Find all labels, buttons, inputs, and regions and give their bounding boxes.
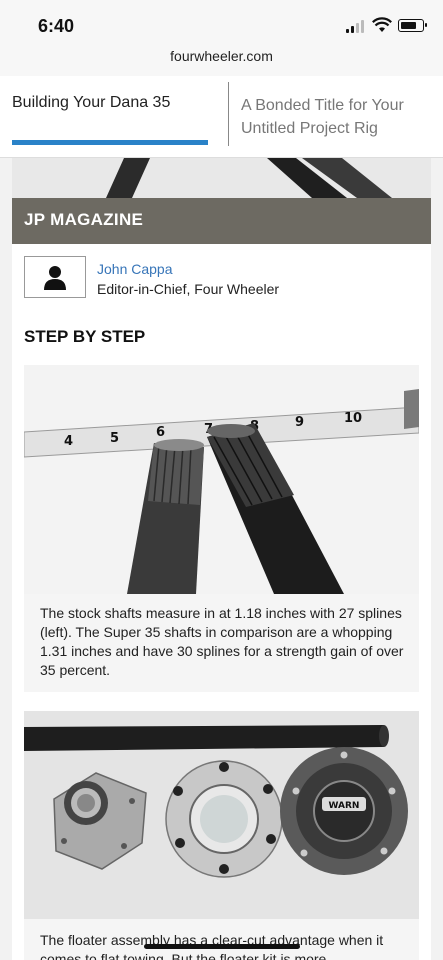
tape-number-5: 5 xyxy=(110,431,119,446)
article-tabs: Building Your Dana 35 A Bonded Title for… xyxy=(0,76,443,158)
hero-image xyxy=(12,158,431,198)
status-bar: 6:40 xyxy=(0,0,443,46)
section-heading: STEP BY STEP xyxy=(24,327,146,346)
battery-icon xyxy=(398,19,427,32)
magazine-header: JP MAGAZINE xyxy=(12,198,431,244)
status-time: 6:40 xyxy=(38,16,75,36)
home-indicator[interactable] xyxy=(144,944,300,949)
signal-icon xyxy=(346,20,364,33)
url-text: fourwheeler.com xyxy=(170,48,273,64)
floater-assembly-photo[interactable]: WARN xyxy=(24,711,419,919)
tab-building-your-dana-35[interactable]: Building Your Dana 35 xyxy=(12,94,212,112)
author-avatar[interactable] xyxy=(24,256,86,298)
tape-number-10: 10 xyxy=(344,411,362,426)
tab-bonded-title[interactable]: A Bonded Title for Your Untitled Project… xyxy=(241,94,433,140)
tape-number-6: 6 xyxy=(156,425,165,440)
address-bar[interactable]: fourwheeler.com xyxy=(0,46,443,76)
axle-shafts-photo[interactable]: 4 5 6 7 8 9 10 xyxy=(24,365,419,594)
tape-number-9: 9 xyxy=(295,415,304,430)
tape-number-4: 4 xyxy=(64,434,73,449)
author-title: Editor-in-Chief, Four Wheeler xyxy=(97,281,280,297)
step-2-caption: The floater assembly has a clear-cut adv… xyxy=(24,919,419,960)
wifi-icon xyxy=(372,17,392,32)
hero-axle-image xyxy=(12,158,431,198)
warn-hub-label: WARN xyxy=(329,801,360,811)
author-name-link[interactable]: John Cappa xyxy=(97,261,173,277)
active-tab-indicator xyxy=(12,140,208,145)
user-icon xyxy=(44,266,66,290)
step-1-caption: The stock shafts measure in at 1.18 inch… xyxy=(24,594,419,692)
tab-divider xyxy=(228,82,229,146)
